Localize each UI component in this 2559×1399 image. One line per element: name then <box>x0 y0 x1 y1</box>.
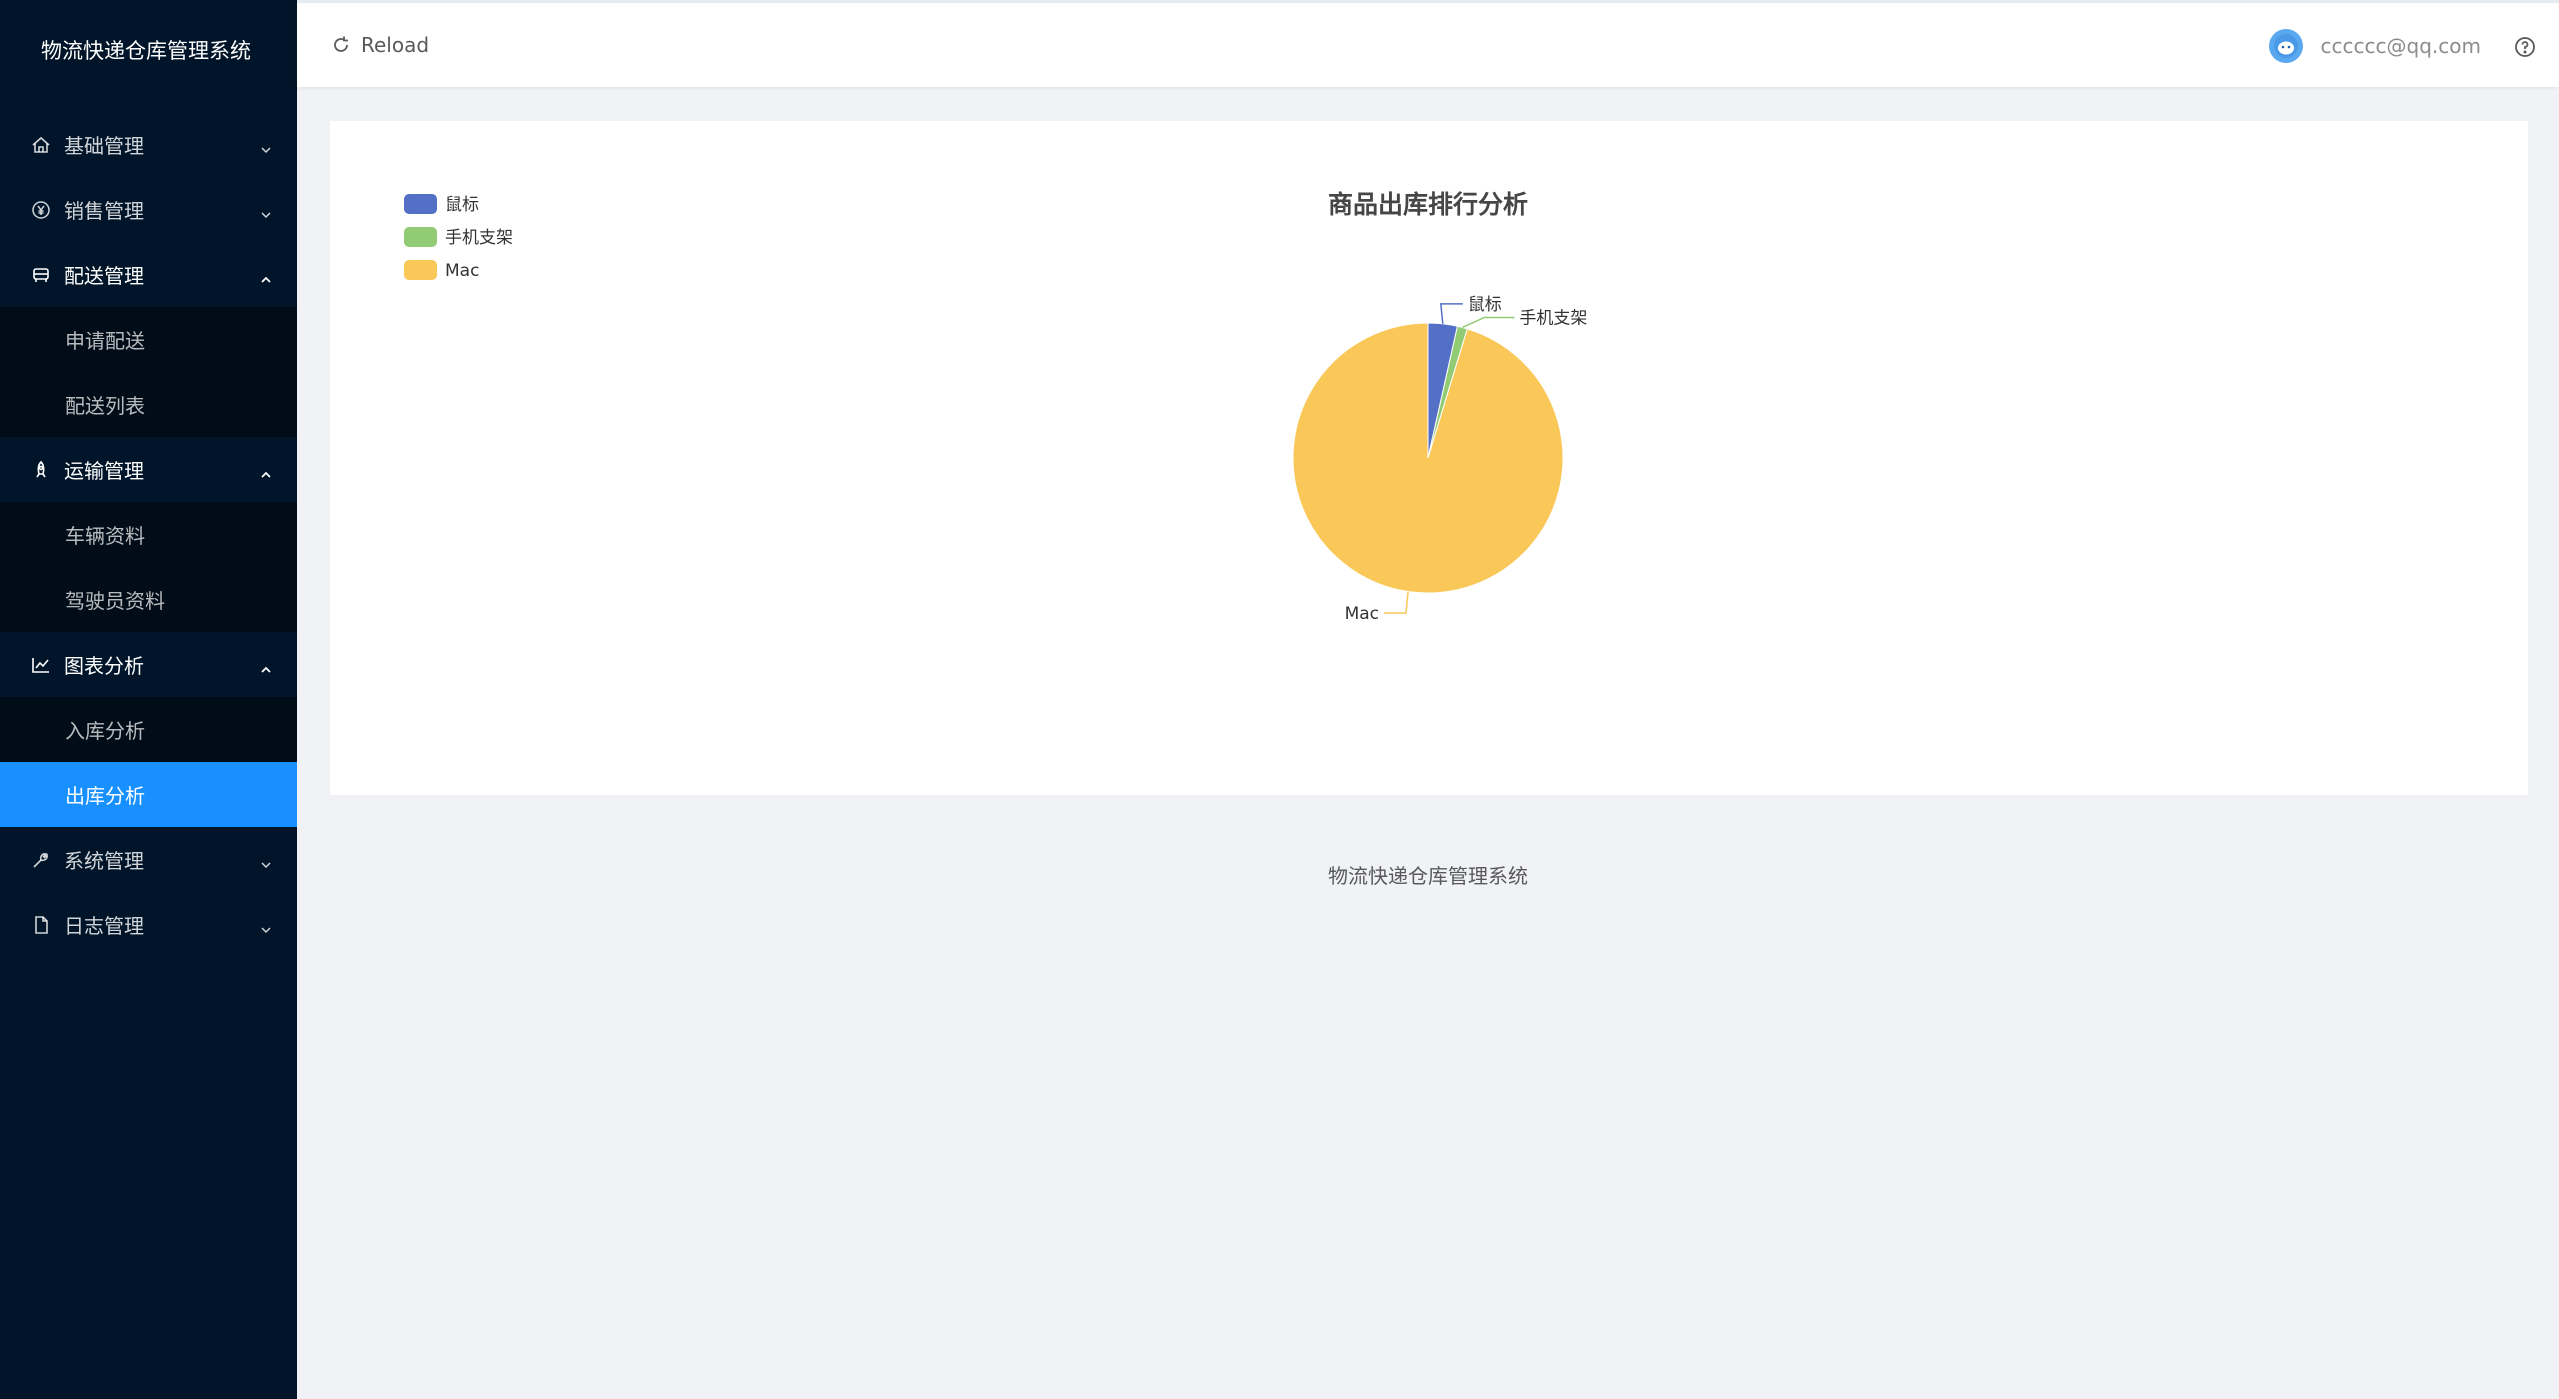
sidebar-item-apply-delivery[interactable]: 申请配送 <box>0 307 297 372</box>
submenu-charts: 入库分析 出库分析 <box>0 697 297 827</box>
pie-label-1: 手机支架 <box>1519 308 1587 328</box>
home-icon <box>30 134 52 156</box>
sidebar-item-delivery-list[interactable]: 配送列表 <box>0 372 297 437</box>
pie-leader-line-1 <box>1462 316 1515 329</box>
file-icon <box>30 914 52 936</box>
user-email: cccccc@qq.com <box>2320 34 2481 58</box>
legend-swatch-1[interactable] <box>404 227 437 247</box>
pie-chart: 商品出库排行分析 鼠标手机支架Mac 鼠标手机支架Mac <box>404 190 1587 624</box>
chevron-down-icon <box>259 918 273 933</box>
pie-leader-line-0 <box>1439 303 1463 324</box>
pie-label-2: Mac <box>1345 604 1379 624</box>
pie-slice-2[interactable] <box>1292 322 1564 594</box>
user-menu[interactable]: cccccc@qq.com <box>2268 29 2481 63</box>
sidebar-item-vehicles[interactable]: 车辆资料 <box>0 502 297 567</box>
app-logo-title: 物流快递仓库管理系统 <box>41 39 251 63</box>
legend-label-1[interactable]: 手机支架 <box>445 228 513 248</box>
submenu-transport: 车辆资料 驾驶员资料 <box>0 502 297 632</box>
page-footer: 物流快递仓库管理系统 <box>1328 864 1528 888</box>
avatar <box>2268 29 2303 63</box>
yen-icon <box>30 199 52 221</box>
reload-label: Reload <box>361 33 430 57</box>
car-icon <box>30 264 52 286</box>
sidebar-item-transport[interactable]: 运输管理 <box>0 437 297 502</box>
sidebar-item-label: 基础管理 <box>64 134 144 158</box>
sidebar-item-label: 系统管理 <box>64 849 144 873</box>
top-header: Reload cccccc@qq.com <box>297 0 2559 87</box>
submenu-delivery: 申请配送 配送列表 <box>0 307 297 437</box>
sidebar-item-outbound-analysis[interactable]: 出库分析 <box>0 762 297 827</box>
chevron-up-icon <box>259 658 273 673</box>
sidebar-item-label: 日志管理 <box>64 914 144 938</box>
chevron-down-icon <box>259 853 273 868</box>
reload-icon <box>334 36 348 52</box>
legend-label-0[interactable]: 鼠标 <box>445 195 479 215</box>
sidebar-item-charts[interactable]: 图表分析 <box>0 632 297 697</box>
sidebar-item-label: 图表分析 <box>64 654 144 678</box>
app-root: 物流快递仓库管理系统 基础管理 销售管理 配送管理 申请配送 配送列表 运输管理… <box>0 0 2559 1399</box>
sidebar: 物流快递仓库管理系统 基础管理 销售管理 配送管理 申请配送 配送列表 运输管理… <box>0 0 297 1399</box>
help-icon[interactable] <box>2513 35 2537 59</box>
sidebar-item-delivery[interactable]: 配送管理 <box>0 242 297 307</box>
chevron-down-icon <box>259 203 273 218</box>
legend-swatch-0[interactable] <box>404 194 437 214</box>
chevron-down-icon <box>259 138 273 153</box>
chart-title: 商品出库排行分析 <box>1328 190 1528 219</box>
sidebar-item-logs[interactable]: 日志管理 <box>0 892 297 957</box>
chevron-up-icon <box>259 463 273 478</box>
avatar-icon <box>2273 34 2298 58</box>
chart-card: 商品出库排行分析 鼠标 手机支架 Mac 鼠标 手机支架 Mac <box>330 121 2528 795</box>
sidebar-item-label: 销售管理 <box>64 199 144 223</box>
pie-leader-line-2 <box>1384 591 1409 614</box>
pie-label-0: 鼠标 <box>1468 295 1502 315</box>
sidebar-item-label: 配送管理 <box>64 264 144 288</box>
sidebar-menu: 基础管理 销售管理 配送管理 申请配送 配送列表 运输管理 车辆资料 驾驶员资料… <box>0 112 297 957</box>
legend-label-2[interactable]: Mac <box>445 261 479 281</box>
sidebar-item-label: 运输管理 <box>64 459 144 483</box>
tool-icon <box>30 849 52 871</box>
pie-slices <box>1292 322 1564 594</box>
sidebar-item-drivers[interactable]: 驾驶员资料 <box>0 567 297 632</box>
line-chart-icon <box>30 654 52 676</box>
rocket-icon <box>30 459 52 481</box>
chevron-up-icon <box>259 268 273 283</box>
sidebar-item-system[interactable]: 系统管理 <box>0 827 297 892</box>
sidebar-item-sales[interactable]: 销售管理 <box>0 177 297 242</box>
sidebar-item-basic[interactable]: 基础管理 <box>0 112 297 177</box>
reload-button[interactable]: Reload <box>331 33 429 57</box>
chart-legend: 鼠标手机支架 Mac <box>404 194 513 281</box>
legend-swatch-2[interactable] <box>404 260 437 280</box>
sidebar-item-inbound-analysis[interactable]: 入库分析 <box>0 697 297 762</box>
